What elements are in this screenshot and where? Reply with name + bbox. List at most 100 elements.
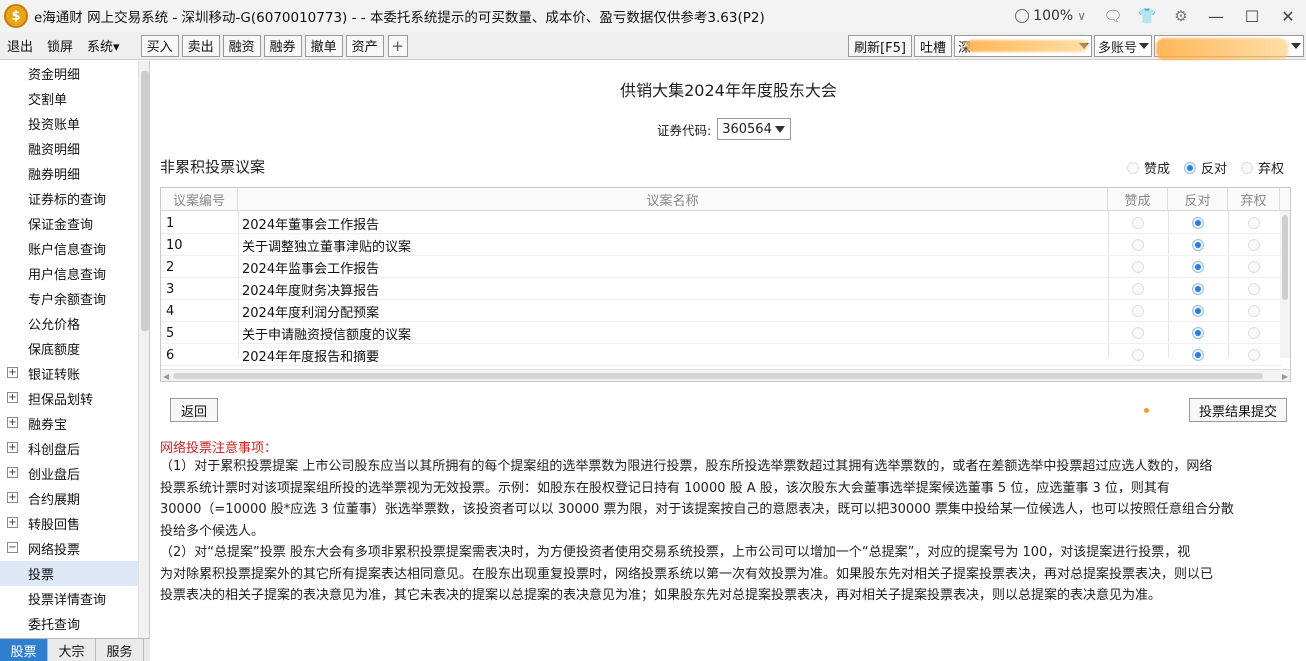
radio-button[interactable] — [1183, 161, 1196, 174]
sidebar-item[interactable]: 资金明细 — [0, 61, 138, 86]
tab-services[interactable]: 服务 — [96, 639, 144, 661]
vote-radio[interactable] — [1192, 239, 1204, 251]
settings-icon[interactable]: ⚙ — [1170, 5, 1192, 27]
vote-radio[interactable] — [1132, 327, 1144, 339]
sidebar-item-label: 用户信息查询 — [28, 268, 107, 283]
sidebar-item[interactable]: 融券明细 — [0, 161, 138, 186]
sidebar-item[interactable]: + 银证转账 — [0, 361, 138, 386]
vote-radio[interactable] — [1192, 261, 1204, 273]
sidebar-item[interactable]: + 担保品划转 — [0, 386, 138, 411]
tab-stocks[interactable]: 股票 — [0, 639, 48, 661]
vote-radio[interactable] — [1132, 283, 1144, 295]
vote-radio[interactable] — [1132, 239, 1144, 251]
table-row[interactable]: 4 2024年度利润分配预案 — [161, 300, 1281, 322]
sidebar-item[interactable]: 委托查询 — [0, 611, 138, 636]
expand-icon[interactable]: + — [7, 517, 18, 528]
sidebar-item[interactable]: 用户信息查询 — [0, 261, 138, 286]
vote-radio[interactable] — [1192, 305, 1204, 317]
scrollbar-thumb[interactable] — [173, 373, 1263, 379]
table-row[interactable]: 2 2024年监事会工作报告 — [161, 256, 1281, 278]
sidebar-item[interactable]: + 科创盘后 — [0, 436, 138, 461]
sidebar-item[interactable]: − 网络投票 — [0, 536, 138, 561]
sidebar-item[interactable]: + 融券宝 — [0, 411, 138, 436]
assets-button[interactable]: 资产 — [345, 34, 384, 57]
sidebar-item[interactable]: 交割单 — [0, 86, 138, 111]
vote-radio[interactable] — [1248, 327, 1260, 339]
sidebar-item[interactable]: + 创业盘后 — [0, 461, 138, 486]
vote-radio[interactable] — [1132, 305, 1144, 317]
sidebar-item[interactable]: 投票详情查询 — [0, 586, 138, 611]
vote-radio[interactable] — [1248, 305, 1260, 317]
radio-button[interactable] — [1126, 161, 1139, 174]
sidebar-item[interactable]: 账户信息查询 — [0, 236, 138, 261]
expand-icon[interactable]: + — [7, 492, 18, 503]
vote-radio[interactable] — [1192, 217, 1204, 229]
sidebar-item[interactable]: + 合约展期 — [0, 486, 138, 511]
security-code-select[interactable]: 360564 — [717, 118, 792, 140]
tab-block-trade[interactable]: 大宗 — [48, 639, 96, 661]
vote-radio[interactable] — [1248, 261, 1260, 273]
buy-button[interactable]: 买入 — [140, 34, 179, 57]
add-tab-button[interactable]: + — [387, 34, 408, 57]
vote-radio[interactable] — [1132, 261, 1144, 273]
zoom-control[interactable]: 100% ∨ — [1015, 8, 1086, 24]
vote-radio[interactable] — [1248, 239, 1260, 251]
sidebar-item[interactable]: 专户余额查询 — [0, 286, 138, 311]
sidebar-item[interactable]: 保证金查询 — [0, 211, 138, 236]
vote-radio[interactable] — [1192, 327, 1204, 339]
scrollbar-thumb[interactable] — [1282, 215, 1288, 300]
expand-icon[interactable]: + — [7, 367, 18, 378]
back-button[interactable]: 返回 — [170, 398, 218, 422]
table-row[interactable]: 1 2024年董事会工作报告 — [161, 212, 1281, 234]
short-sell-button[interactable]: 融券 — [263, 34, 302, 57]
vote-radio[interactable] — [1248, 283, 1260, 295]
sidebar-item[interactable]: 投票 — [0, 561, 138, 586]
table-vertical-scrollbar[interactable] — [1280, 211, 1290, 358]
expand-icon[interactable]: + — [7, 442, 18, 453]
expand-icon[interactable]: + — [7, 467, 18, 478]
vote-radio[interactable] — [1192, 283, 1204, 295]
vote-radio[interactable] — [1132, 217, 1144, 229]
expand-icon[interactable]: + — [7, 392, 18, 403]
scroll-right-icon[interactable]: ▶ — [1282, 372, 1288, 381]
refresh-button[interactable]: 刷新[F5] — [848, 35, 912, 57]
table-row[interactable]: 5 关于申请融资授信额度的议案 — [161, 322, 1281, 344]
menu-exit[interactable]: 退出 — [0, 32, 40, 60]
sidebar-item[interactable]: 投资账单 — [0, 111, 138, 136]
sidebar-item[interactable]: 公允价格 — [0, 311, 138, 336]
radio-button[interactable] — [1240, 161, 1253, 174]
sidebar-item[interactable]: 融资明细 — [0, 136, 138, 161]
table-row[interactable]: 6 2024年年度报告和摘要 — [161, 344, 1281, 366]
sell-button[interactable]: 卖出 — [181, 34, 220, 57]
sidebar-item[interactable]: 证券标的查询 — [0, 186, 138, 211]
feedback-button[interactable]: 吐槽 — [913, 35, 952, 57]
minimize-button[interactable]: — — [1198, 0, 1234, 32]
vote-radio[interactable] — [1132, 349, 1144, 361]
margin-buy-button[interactable]: 融资 — [222, 34, 261, 57]
sidebar-item[interactable]: 保底额度 — [0, 336, 138, 361]
bulk-approve-option[interactable]: 赞成 — [1126, 158, 1170, 177]
close-button[interactable]: ✕ — [1270, 0, 1306, 32]
skin-icon[interactable]: 👕 — [1136, 5, 1158, 27]
vote-radio[interactable] — [1248, 349, 1260, 361]
scroll-left-icon[interactable]: ◀ — [163, 372, 169, 381]
multi-account-select[interactable]: 多账号 — [1094, 35, 1152, 57]
collapse-icon[interactable]: − — [7, 542, 18, 553]
expand-icon[interactable]: + — [7, 417, 18, 428]
vote-radio[interactable] — [1192, 349, 1204, 361]
table-row[interactable]: 10 关于调整独立董事津贴的议案 — [161, 234, 1281, 256]
bulk-abstain-option[interactable]: 弃权 — [1240, 158, 1284, 177]
submit-vote-button[interactable]: 投票结果提交 — [1189, 398, 1287, 422]
table-row[interactable]: 3 2024年度财务决算报告 — [161, 278, 1281, 300]
scrollbar-thumb[interactable] — [141, 71, 149, 331]
menu-system[interactable]: 系统▾ — [80, 32, 127, 60]
menu-lock[interactable]: 锁屏 — [40, 32, 80, 60]
table-horizontal-scrollbar[interactable]: ◀ ▶ — [161, 369, 1290, 381]
sidebar-item[interactable]: + 转股回售 — [0, 511, 138, 536]
message-icon[interactable]: 🗨 — [1102, 5, 1124, 27]
sidebar-scrollbar[interactable] — [138, 61, 149, 638]
cancel-order-button[interactable]: 撤单 — [304, 34, 343, 57]
maximize-button[interactable]: ☐ — [1234, 0, 1270, 32]
bulk-oppose-option[interactable]: 反对 — [1183, 158, 1227, 177]
vote-radio[interactable] — [1248, 217, 1260, 229]
